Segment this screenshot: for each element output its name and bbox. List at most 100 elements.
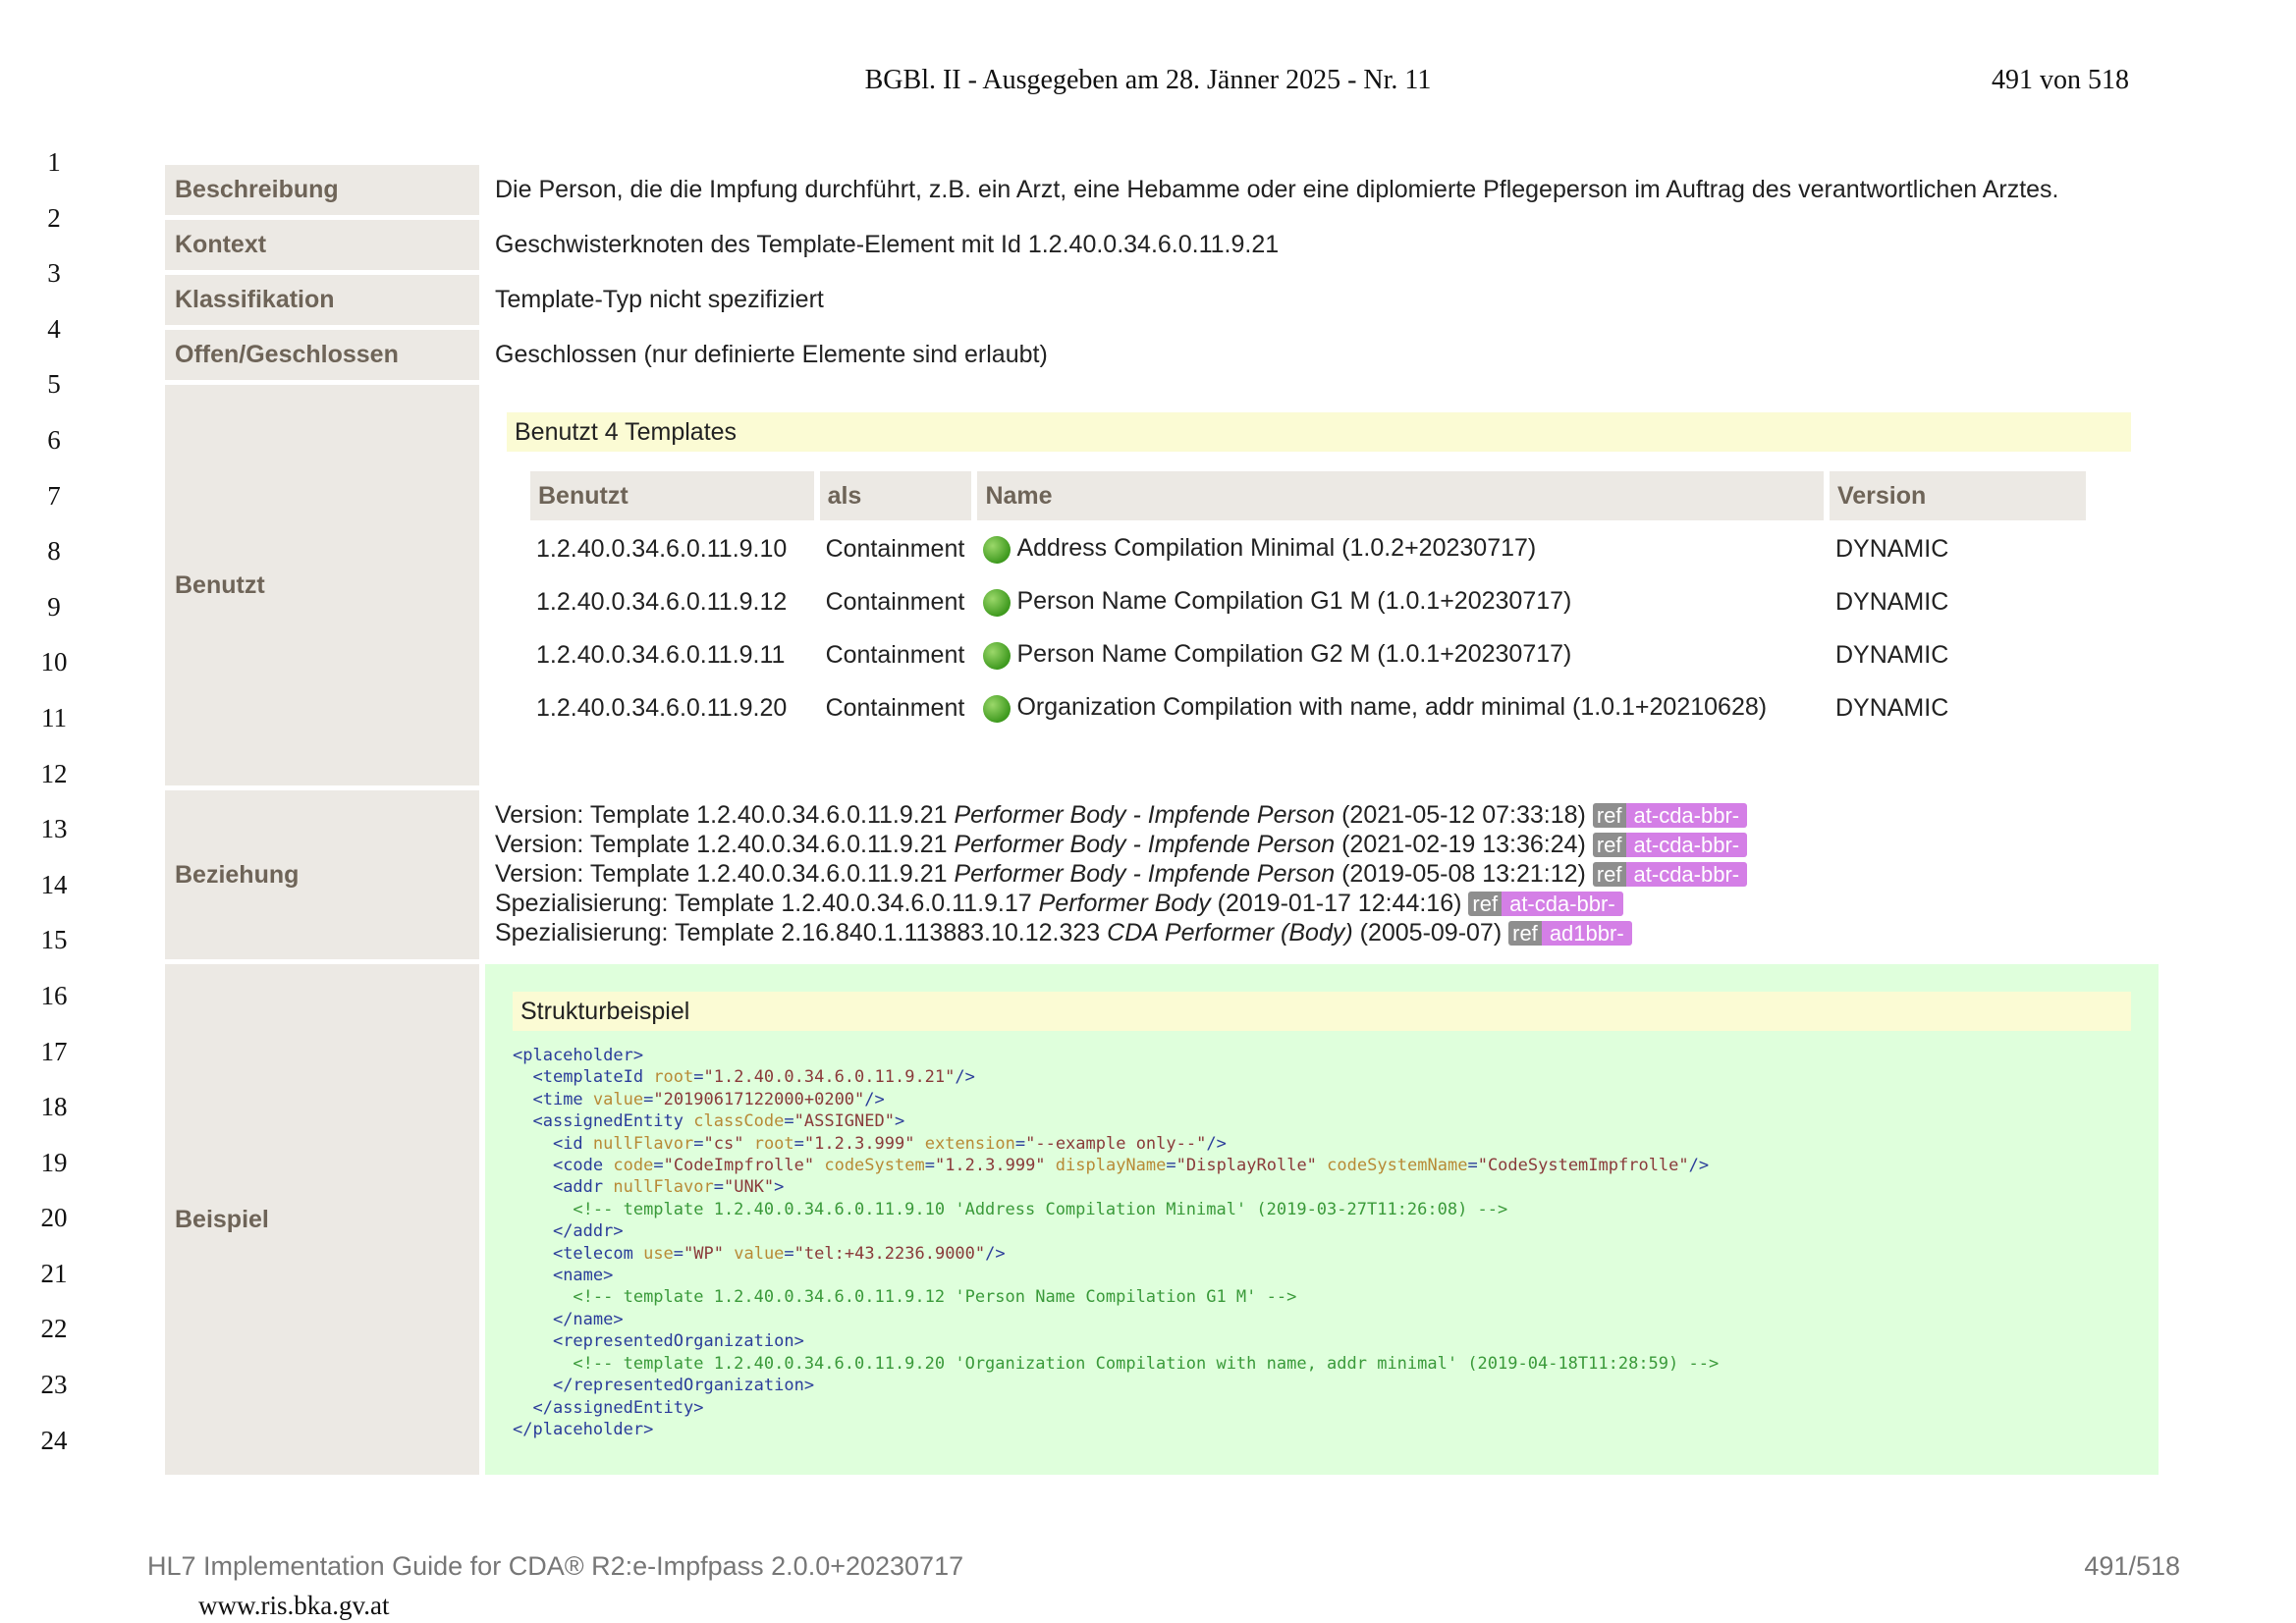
table-row: 1.2.40.0.34.6.0.11.9.20 Containment Organi… [530,683,2086,732]
line-number: 24 [40,1425,68,1455]
line-number: 15 [40,925,68,955]
relationship-prefix: Spezialisierung: Template 2.16.840.1.113… [495,919,1108,947]
line-numbers: 1 2 3 4 5 6 7 8 9 10 11 12 13 14 15 16 17 18 19 20 21 22 23 24 [29,147,79,1481]
template-usage: Containment [825,693,965,722]
line-number: 1 [47,147,61,177]
benutzt-content: Benutzt 4 Templates Benutzt als Name Ver… [479,385,2159,785]
footer-url: www.ris.bka.gv.at [198,1591,390,1620]
row-klassifikation: Klassifikation Template-Typ nicht spezif… [165,275,2159,325]
relationship-date: (2021‑02‑19 13:36:24) [1335,831,1593,858]
relationship-template-name[interactable]: Performer Body - Impfende Person [954,831,1335,858]
ref-label: ref [1468,892,1503,917]
row-label: Beziehung [165,790,479,959]
ref-badge[interactable]: ref ad1bbr- [1508,921,1632,947]
line-number: 11 [41,702,67,732]
relationship-line: Version: Template 1.2.40.0.34.6.0.11.9.2… [495,830,2143,859]
line-number: 8 [47,536,61,567]
row-beziehung: Beziehung Version: Template 1.2.40.0.34.… [165,790,2159,959]
relationship-template-name[interactable]: Performer Body [1039,890,1211,917]
beispiel-box-title: Strukturbeispiel [513,992,2131,1031]
ref-prefix-tag: at-cda-bbr- [1502,892,1623,917]
line-number: 19 [40,1147,68,1177]
line-number: 5 [47,369,61,400]
row-kontext: Kontext Geschwisterknoten des Template-E… [165,220,2159,270]
template-usage: Containment [825,587,965,616]
template-id[interactable]: 1.2.40.0.34.6.0.11.9.11 [530,630,814,679]
template-version: DYNAMIC [1834,534,1949,563]
row-value: Geschlossen (nur definierte Elemente sin… [495,341,1048,368]
line-number: 9 [47,591,61,622]
line-number: 7 [47,480,61,511]
relationship-date: (2019‑05‑08 13:21:12) [1335,860,1593,888]
relationship-date: (2005‑09‑07) [1352,919,1509,947]
line-number: 3 [47,258,61,289]
line-number: 10 [40,647,68,677]
template-name[interactable]: Address Compilation Minimal (1.0.2+20230… [1016,534,1536,562]
template-id[interactable]: 1.2.40.0.34.6.0.11.9.12 [530,577,814,626]
relationship-prefix: Version: Template 1.2.40.0.34.6.0.11.9.2… [495,831,955,858]
template-name-cell: Address Compilation Minimal (1.0.2+20230… [977,524,1824,573]
column-header: Benutzt [530,471,814,520]
table-row: 1.2.40.0.34.6.0.11.9.12 Containment Person… [530,577,2086,626]
relationship-line: Spezialisierung: Template 2.16.840.1.113… [495,918,2143,947]
relationship-prefix: Version: Template 1.2.40.0.34.6.0.11.9.2… [495,860,955,888]
row-value: Geschwisterknoten des Template-Element m… [495,231,1280,258]
status-green-icon [983,641,1011,670]
line-number: 14 [40,869,68,899]
beziehung-content: Version: Template 1.2.40.0.34.6.0.11.9.2… [479,790,2159,959]
status-green-icon [983,588,1011,617]
row-value: Die Person, die die Impfung durchführt, … [495,176,2059,203]
template-id[interactable]: 1.2.40.0.34.6.0.11.9.10 [530,524,814,573]
row-label: Kontext [165,220,479,270]
ref-badge[interactable]: ref at-cda-bbr- [1468,892,1623,917]
table-row: 1.2.40.0.34.6.0.11.9.11 Containment Person… [530,630,2086,679]
ref-label: ref [1592,833,1626,858]
relationship-template-name[interactable]: Performer Body - Impfende Person [954,801,1335,829]
line-number: 2 [47,202,61,233]
footer-page-number: 491/518 [2084,1551,2180,1581]
line-number: 13 [40,814,68,844]
ref-badge[interactable]: ref at-cda-bbr- [1592,833,1748,858]
template-name-cell: Person Name Compilation G2 M (1.0.1+2023… [977,630,1824,679]
relationship-prefix: Version: Template 1.2.40.0.34.6.0.11.9.2… [495,801,955,829]
line-number: 18 [40,1092,68,1122]
table-row: 1.2.40.0.34.6.0.11.9.10 Containment Addres… [530,524,2086,573]
template-id[interactable]: 1.2.40.0.34.6.0.11.9.20 [530,683,814,732]
page-header-number: 491 von 518 [1992,65,2129,95]
ref-badge[interactable]: ref at-cda-bbr- [1592,803,1748,829]
ref-prefix-tag: at-cda-bbr- [1625,803,1748,829]
relationship-line: Spezialisierung: Template 1.2.40.0.34.6.… [495,889,2143,918]
ref-prefix-tag: ad1bbr- [1541,921,1632,947]
line-number: 16 [40,980,68,1010]
template-name[interactable]: Organization Compilation with name, addr… [1016,693,1767,721]
line-number: 21 [40,1258,68,1288]
ref-label: ref [1592,803,1626,829]
relationship-template-name[interactable]: Performer Body - Impfende Person [954,860,1335,888]
row-beschreibung: Beschreibung Die Person, die die Impfung… [165,165,2159,215]
ref-prefix-tag: at-cda-bbr- [1625,833,1748,858]
template-name[interactable]: Person Name Compilation G2 M (1.0.1+2023… [1016,640,1571,668]
row-beispiel: Beispiel Strukturbeispiel <placeholder> … [165,964,2159,1475]
templates-table: Benutzt als Name Version 1.2.40.0.34.6.0… [524,467,2092,736]
ref-prefix-tag: at-cda-bbr- [1625,862,1748,888]
line-number: 6 [47,424,61,455]
row-label: Offen/Geschlossen [165,330,479,380]
row-label: Beispiel [165,964,479,1475]
column-header: Version [1829,471,2086,520]
status-green-icon [983,535,1011,564]
line-number: 20 [40,1203,68,1233]
row-label: Benutzt [165,385,479,785]
row-benutzt: Benutzt Benutzt 4 Templates Benutzt als … [165,385,2159,785]
column-header: Name [977,471,1824,520]
table-header-row: Benutzt als Name Version [530,471,2086,520]
ref-badge[interactable]: ref at-cda-bbr- [1592,862,1748,888]
column-header: als [819,471,972,520]
relationship-prefix: Spezialisierung: Template 1.2.40.0.34.6.… [495,890,1039,917]
template-name[interactable]: Person Name Compilation G1 M (1.0.1+2023… [1016,587,1571,615]
line-number: 23 [40,1370,68,1400]
template-usage: Containment [825,534,965,563]
line-number: 17 [40,1036,68,1066]
relationship-template-name[interactable]: CDA Performer (Body) [1107,919,1353,947]
line-number: 12 [40,758,68,788]
template-version: DYNAMIC [1834,587,1949,616]
